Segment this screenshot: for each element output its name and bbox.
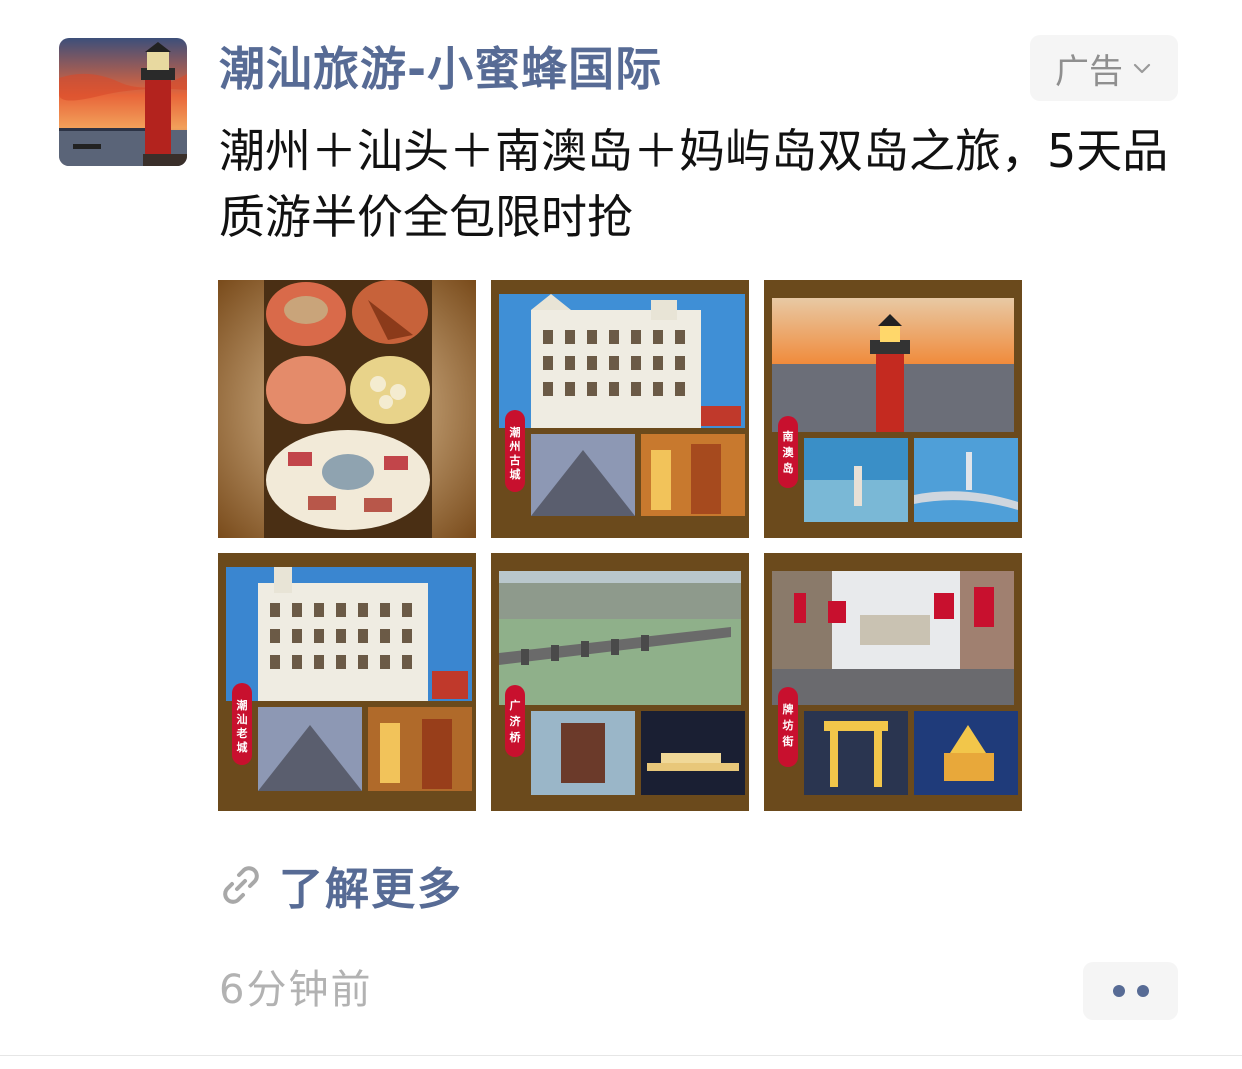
guangji-bridge-image: 广济桥 [491,553,749,811]
more-dots-icon [1136,985,1149,997]
image-tile-guangji[interactable]: 广济桥 [491,553,749,811]
nanao-island-image: 南澳岛 [764,280,1022,538]
more-dots-icon [1112,985,1125,997]
image-label-guangji: 广济桥 [510,698,522,744]
image-label-paifang: 牌坊街 [782,702,794,748]
post-time: 6分钟前 [219,967,373,1013]
advertiser-name[interactable]: 潮汕旅游-小蜜蜂国际 [219,38,662,100]
image-tile-old-town[interactable]: 潮汕老城 [218,553,476,811]
learn-more-label: 了解更多 [279,864,463,915]
chaozhou-ancient-city-image: 潮州古城 [491,280,749,538]
ad-label-button[interactable]: 广告 [1030,35,1178,101]
learn-more-link[interactable]: 了解更多 [219,852,463,918]
ad-label: 广告 [1055,51,1123,92]
image-tile-chaozhou[interactable]: 潮州古城 [491,280,749,538]
food-collage-image [218,280,476,538]
image-tile-nanao[interactable]: 南澳岛 [764,280,1022,538]
image-tile-food[interactable] [218,280,476,538]
more-options-button[interactable] [1083,962,1178,1020]
paifang-street-image: 牌坊街 [764,553,1022,811]
post-text: 潮州＋汕头＋南澳岛＋妈屿岛双岛之旅，5天品质游半价全包限时抢 [219,124,1169,244]
chaoshan-old-town-image: 潮汕老城 [218,553,476,811]
image-grid: 潮州古城 南澳岛 潮汕老城 广济桥 牌坊街 [218,280,1023,811]
avatar[interactable] [59,38,187,166]
image-tile-paifang[interactable]: 牌坊街 [764,553,1022,811]
chevron-down-icon [1133,63,1151,74]
link-icon [223,866,259,904]
divider [0,1055,1242,1056]
lighthouse-avatar-image [59,38,187,166]
image-label-nanao: 南澳岛 [783,429,795,475]
